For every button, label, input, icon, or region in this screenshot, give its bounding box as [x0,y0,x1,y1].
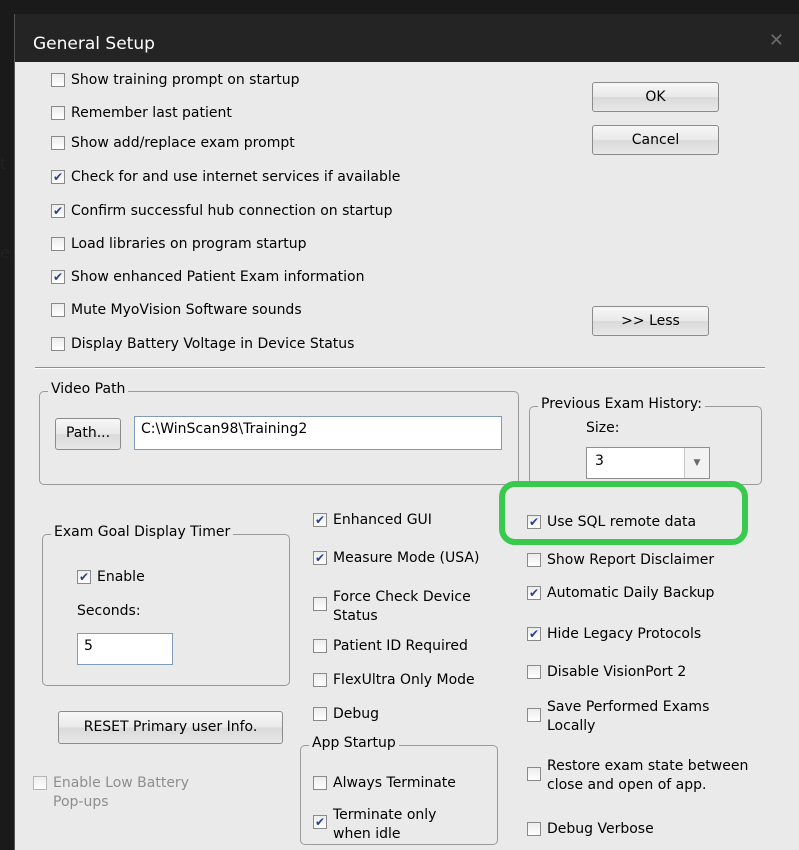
background-text-fragment: t [0,154,7,173]
checkbox-checked-icon [313,549,327,568]
option-hide-legacy-protocols[interactable]: Hide Legacy Protocols [527,625,701,644]
checkbox-checked-icon [77,568,91,587]
seconds-label: Seconds: [77,603,141,619]
checkbox-icon [51,73,65,87]
option-mute-sounds[interactable]: Mute MyoVision Software sounds [51,301,302,320]
checkbox-icon [527,767,541,781]
option-enhanced-gui[interactable]: Enhanced GUI [313,511,432,530]
option-show-add-replace-prompt[interactable]: Show add/replace exam prompt [51,134,295,153]
option-debug[interactable]: Debug [313,705,379,724]
option-confirm-hub-connection[interactable]: Confirm successful hub connection on sta… [51,202,392,221]
checkbox-checked-icon [51,168,65,187]
option-save-exams-locally[interactable]: Save Performed Exams Locally [527,698,757,736]
checkbox-icon [527,708,541,722]
close-icon[interactable]: ✕ [769,30,784,51]
option-show-training-prompt[interactable]: Show training prompt on startup [51,71,300,90]
checkbox-icon [313,597,327,611]
checkbox-checked-icon [51,202,65,221]
exam-goal-legend: Exam Goal Display Timer [51,524,234,540]
video-path-input[interactable]: C:\WinScan98\Training2 [134,416,502,450]
window-title: General Setup [33,34,155,54]
option-internet-services[interactable]: Check for and use internet services if a… [51,168,400,187]
checkbox-checked-icon [527,625,541,644]
option-enhanced-exam-info[interactable]: Show enhanced Patient Exam information [51,268,364,287]
checkbox-icon [51,106,65,120]
option-measure-mode[interactable]: Measure Mode (USA) [313,549,479,568]
exam-history-legend: Previous Exam History: [538,396,705,412]
option-terminate-when-idle[interactable]: Terminate only when idle [313,806,488,844]
option-disable-visionport[interactable]: Disable VisionPort 2 [527,663,686,682]
checkbox-checked-icon [51,268,65,287]
option-load-libraries[interactable]: Load libraries on program startup [51,235,307,254]
option-debug-verbose[interactable]: Debug Verbose [527,820,654,839]
checkbox-icon [313,707,327,721]
checkbox-icon [527,553,541,567]
background-window-edge [0,0,799,14]
option-flexultra-only[interactable]: FlexUltra Only Mode [313,671,475,690]
size-label: Size: [586,420,620,436]
title-bar[interactable]: General Setup ✕ [15,14,799,62]
path-button[interactable]: Path... [55,418,121,450]
option-show-report-disclaimer[interactable]: Show Report Disclaimer [527,551,714,570]
checkbox-icon [51,303,65,317]
app-startup-legend: App Startup [309,735,399,751]
checkbox-icon [33,776,47,790]
option-battery-voltage[interactable]: Display Battery Voltage in Device Status [51,335,354,354]
option-force-check-device[interactable]: Force Check Device Status [313,588,508,626]
option-always-terminate[interactable]: Always Terminate [313,774,456,793]
general-setup-dialog: General Setup ✕ Show training prompt on … [14,14,799,850]
checkbox-icon [313,776,327,790]
background-text-fragment: e [0,243,10,262]
size-select[interactable]: 3 ▼ [586,447,710,479]
checkbox-checked-icon [527,584,541,603]
option-remember-last-patient[interactable]: Remember last patient [51,104,232,123]
background-window-strip [0,0,14,850]
checkbox-icon [527,665,541,679]
reset-primary-user-button[interactable]: RESET Primary user Info. [58,711,283,744]
checkbox-icon [313,673,327,687]
less-button[interactable]: >> Less [592,306,709,336]
highlight-annotation [499,481,748,545]
chevron-down-icon[interactable]: ▼ [684,448,709,478]
option-daily-backup[interactable]: Automatic Daily Backup [527,584,714,603]
ok-button[interactable]: OK [592,82,719,112]
enable-low-battery-checkbox[interactable]: Enable Low Battery Pop-ups [33,774,213,812]
checkbox-icon [51,136,65,150]
seconds-input[interactable]: 5 [77,633,173,665]
checkbox-checked-icon [313,813,327,832]
checkbox-icon [527,822,541,836]
exam-goal-enable-checkbox[interactable]: Enable [77,568,145,587]
checkbox-icon [51,237,65,251]
option-restore-exam-state[interactable]: Restore exam state between close and ope… [527,757,787,795]
cancel-button[interactable]: Cancel [592,125,719,155]
checkbox-icon [313,639,327,653]
checkbox-icon [51,337,65,351]
checkbox-checked-icon [313,511,327,530]
separator [35,367,765,369]
option-patient-id-required[interactable]: Patient ID Required [313,637,468,656]
video-path-legend: Video Path [48,381,129,397]
